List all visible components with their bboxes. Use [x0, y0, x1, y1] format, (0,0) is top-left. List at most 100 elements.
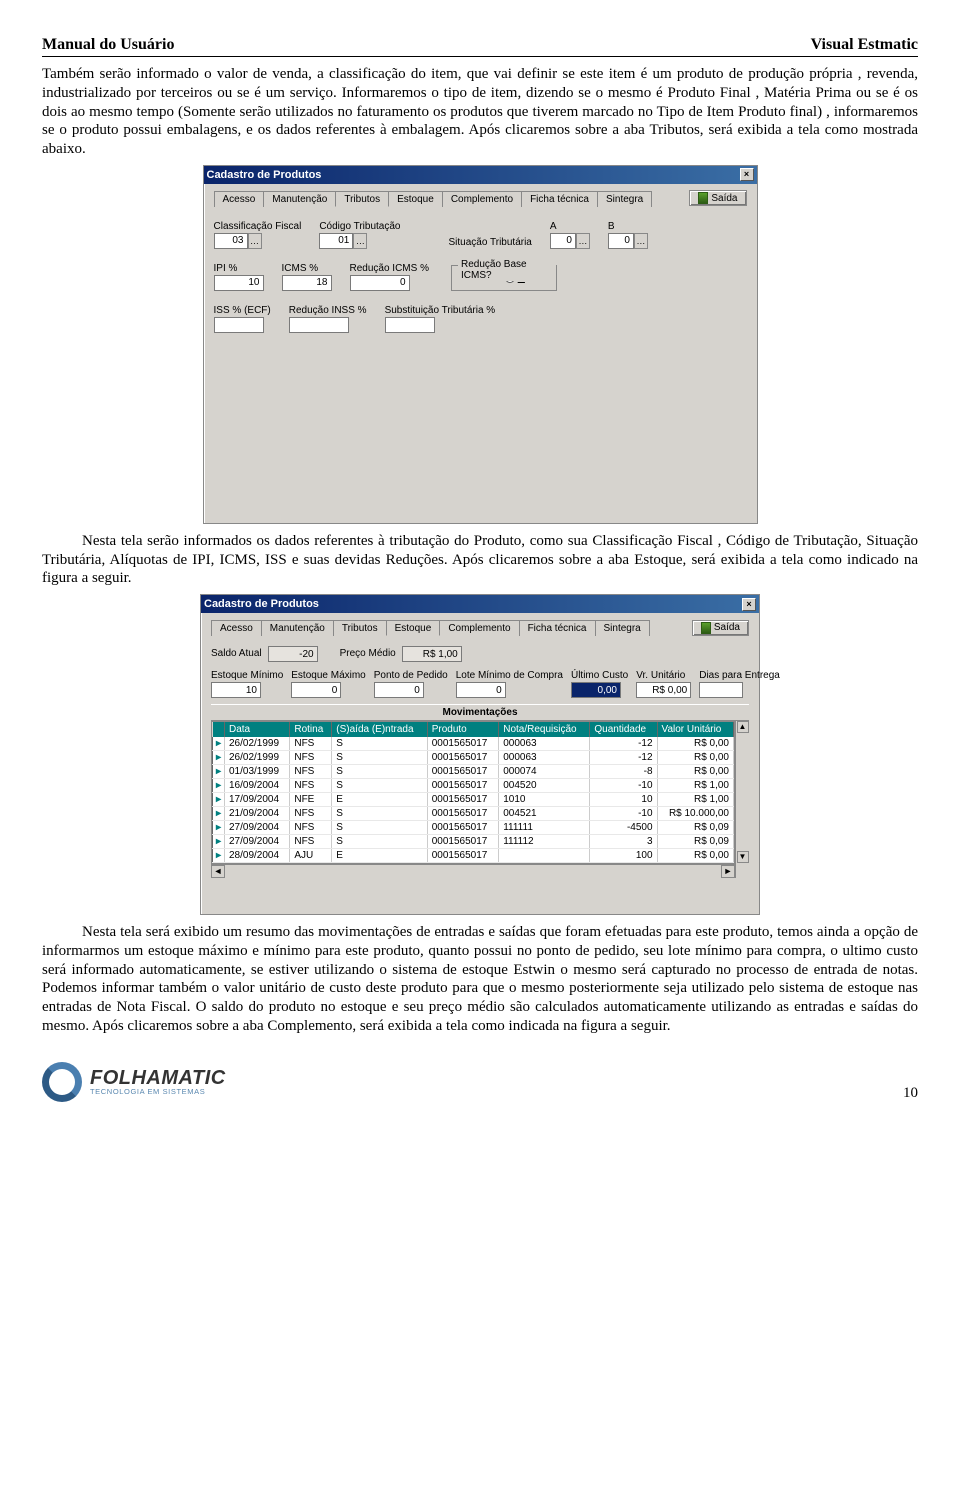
tab-tributos[interactable]: Tributos [335, 191, 389, 207]
logo-icon [42, 1062, 82, 1102]
col-header: (S)aída (E)ntrada [332, 722, 427, 737]
tab-manutencao[interactable]: Manutenção [263, 191, 336, 207]
logo-sub: TECNOLOGIA EM SISTEMAS [90, 1088, 226, 1096]
tab-ficha[interactable]: Ficha técnica [519, 620, 596, 636]
label-preco: Preço Médio [340, 648, 396, 659]
tab-tributos[interactable]: Tributos [333, 620, 387, 636]
lookup-icon[interactable]: … [634, 233, 648, 249]
table-row[interactable]: ▸27/09/2004NFSS00015650171111123R$ 0,09 [213, 835, 734, 849]
tab-acesso[interactable]: Acesso [211, 620, 262, 636]
tab-complemento[interactable]: Complemento [442, 191, 522, 207]
titlebar: Cadastro de Produtos × [204, 166, 757, 184]
ipi-input[interactable]: 10 [214, 275, 264, 291]
scroll-down-icon[interactable]: ▼ [737, 851, 749, 863]
tab-manutencao[interactable]: Manutenção [261, 620, 334, 636]
iss-input[interactable] [214, 317, 264, 333]
label-redinss: Redução INSS % [289, 305, 367, 316]
paragraph-1: Também serão informado o valor de venda,… [42, 65, 918, 159]
table-row[interactable]: ▸28/09/2004AJUE0001565017100R$ 0,00 [213, 849, 734, 863]
scroll-up-icon[interactable]: ▲ [737, 721, 749, 733]
codtrib-input[interactable]: 01 [319, 233, 353, 249]
vscrollbar[interactable]: ▲ ▼ [735, 721, 749, 878]
label-codtrib: Código Tributação [319, 221, 400, 232]
col-header: Rotina [290, 722, 332, 737]
emax-input[interactable]: 0 [291, 682, 341, 698]
pped-input[interactable]: 0 [374, 682, 424, 698]
tab-estoque[interactable]: Estoque [386, 620, 441, 636]
table-row[interactable]: ▸16/09/2004NFSS0001565017004520-10R$ 1,0… [213, 779, 734, 793]
ucusto-input[interactable]: 0,00 [571, 682, 621, 698]
col-header: Nota/Requisição [499, 722, 590, 737]
tab-sintegra[interactable]: Sintegra [597, 191, 652, 207]
saida-button[interactable]: Saída [689, 190, 746, 206]
tab-ficha[interactable]: Ficha técnica [521, 191, 598, 207]
dias-input[interactable] [699, 682, 743, 698]
icms-input[interactable]: 18 [282, 275, 332, 291]
redicms-input[interactable]: 0 [350, 275, 410, 291]
sub-input[interactable] [385, 317, 435, 333]
movimentacoes-title: Movimentações [211, 704, 749, 721]
label-sub: Substituição Tributária % [385, 305, 496, 316]
label-emax: Estoque Máximo [291, 670, 365, 681]
header-right: Visual Estmatic [811, 36, 918, 54]
tab-acesso[interactable]: Acesso [214, 191, 265, 207]
saida-button[interactable]: Saída [692, 620, 749, 636]
page-footer: FOLHAMATIC TECNOLOGIA EM SISTEMAS 10 [0, 1062, 960, 1122]
page-number: 10 [903, 1085, 918, 1102]
col-header: Quantidade [590, 722, 657, 737]
tabs-tributos: Acesso Manutenção Tributos Estoque Compl… [214, 190, 652, 207]
label-emin: Estoque Mínimo [211, 670, 283, 681]
vunit-input[interactable]: R$ 0,00 [636, 682, 691, 698]
table-row[interactable]: ▸27/09/2004NFSS0001565017111111-4500R$ 0… [213, 821, 734, 835]
close-icon[interactable]: × [742, 598, 756, 611]
label-icms: ICMS % [282, 263, 332, 274]
window-title: Cadastro de Produtos [204, 598, 319, 610]
lookup-icon[interactable]: … [576, 233, 590, 249]
col-header: Valor Unitário [657, 722, 733, 737]
classfiscal-input[interactable]: 03 [214, 233, 248, 249]
lote-input[interactable]: 0 [456, 682, 506, 698]
col-header: Produto [427, 722, 499, 737]
b-input[interactable]: 0 [608, 233, 634, 249]
table-row[interactable]: ▸26/02/1999NFSS0001565017000063-12R$ 0,0… [213, 737, 734, 751]
label-dias: Dias para Entrega [699, 670, 780, 681]
door-icon [701, 622, 711, 634]
saldo-field: -20 [268, 646, 318, 662]
window-estoque: Cadastro de Produtos × Acesso Manutenção… [200, 594, 760, 915]
reducao-base-group: Redução Base ICMS? SSim NNão [451, 265, 557, 291]
scroll-left-icon[interactable]: ◄ [211, 865, 225, 878]
label-sittrib: Situação Tributária [448, 237, 531, 248]
redinss-input[interactable] [289, 317, 349, 333]
label-saldo: Saldo Atual [211, 648, 262, 659]
table-row[interactable]: ▸26/02/1999NFSS0001565017000063-12R$ 0,0… [213, 751, 734, 765]
hscrollbar[interactable]: ◄ ► [211, 864, 735, 878]
table-row[interactable]: ▸17/09/2004NFEE0001565017101010R$ 1,00 [213, 793, 734, 807]
lookup-icon[interactable]: … [353, 233, 367, 249]
tab-complemento[interactable]: Complemento [439, 620, 519, 636]
page-header: Manual do Usuário Visual Estmatic [42, 36, 918, 57]
label-ucusto: Último Custo [571, 670, 628, 681]
header-left: Manual do Usuário [42, 36, 174, 54]
table-row[interactable]: ▸21/09/2004NFSS0001565017004521-10R$ 10.… [213, 807, 734, 821]
paragraph-2: Nesta tela serão informados os dados ref… [42, 532, 918, 588]
label-iss: ISS % (ECF) [214, 305, 271, 316]
logo: FOLHAMATIC TECNOLOGIA EM SISTEMAS [42, 1062, 226, 1102]
table-row[interactable]: ▸01/03/1999NFSS0001565017000074-8R$ 0,00 [213, 765, 734, 779]
label-lote: Lote Mínimo de Compra [456, 670, 563, 681]
paragraph-3: Nesta tela será exibido um resumo das mo… [42, 923, 918, 1036]
emin-input[interactable]: 10 [211, 682, 261, 698]
tab-estoque[interactable]: Estoque [388, 191, 443, 207]
lookup-icon[interactable]: … [248, 233, 262, 249]
scroll-right-icon[interactable]: ► [721, 865, 735, 878]
label-classfiscal: Classificação Fiscal [214, 221, 302, 232]
close-icon[interactable]: × [740, 168, 754, 181]
label-ipi: IPI % [214, 263, 264, 274]
label-a: A [550, 221, 590, 232]
a-input[interactable]: 0 [550, 233, 576, 249]
label-redicms: Redução ICMS % [350, 263, 429, 274]
logo-main: FOLHAMATIC [90, 1068, 226, 1088]
label-pped: Ponto de Pedido [374, 670, 448, 681]
tab-sintegra[interactable]: Sintegra [595, 620, 650, 636]
tabs-estoque: Acesso Manutenção Tributos Estoque Compl… [211, 619, 649, 636]
preco-field: R$ 1,00 [402, 646, 462, 662]
